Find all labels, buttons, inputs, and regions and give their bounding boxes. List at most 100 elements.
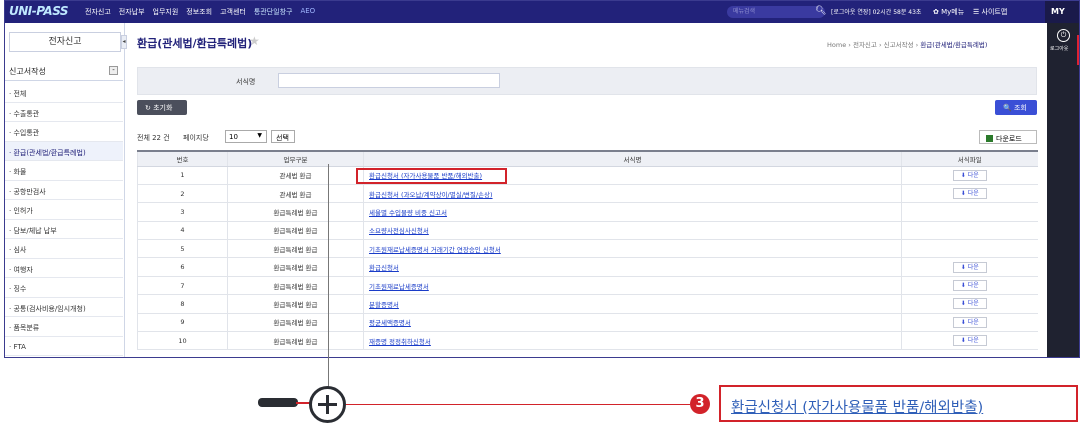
download-icon: ⬇ <box>960 282 966 290</box>
form-name-link[interactable]: 기초원재료납세증명서 거래기간 연장승인 신청서 <box>363 239 902 259</box>
sidebar-item-collateral[interactable]: · 담보/체납 납부 <box>5 220 123 239</box>
download-label: 다운 <box>967 190 979 198</box>
download-label: 다운 <box>967 300 979 308</box>
menu-single-window[interactable]: 통관단일창구 <box>254 7 293 17</box>
breadcrumb-separator: › <box>848 41 851 49</box>
row-number: 8 <box>137 294 228 314</box>
form-name-link[interactable]: 환급신청서 <box>363 257 902 277</box>
select-button[interactable]: 선택 <box>271 130 295 143</box>
sidebar-item-refund[interactable]: · 환급(관세법/환급특례법) <box>5 141 123 161</box>
download-button[interactable]: ⬇ 다운 <box>952 316 987 328</box>
app-window: UNI-PASS 전자신고 전자납부 업무지원 정보조회 고객센터 통관단일창구… <box>4 0 1080 358</box>
form-name-link[interactable]: 분할증명서 <box>363 294 902 314</box>
callout-connector-line <box>346 404 690 405</box>
breadcrumb-level1[interactable]: 전자신고 <box>853 41 877 49</box>
sidebar-item-collection[interactable]: · 징수 <box>5 278 123 298</box>
breadcrumb-home[interactable]: Home <box>827 41 846 49</box>
sidebar-item-export[interactable]: · 수출통관 <box>5 103 123 122</box>
row-number: 5 <box>137 239 228 259</box>
menu-info-lookup[interactable]: 정보조회 <box>186 7 212 17</box>
menu-aeo[interactable]: AEO <box>300 7 315 17</box>
form-name-link[interactable]: 소요량사전심사신청서 <box>363 221 902 241</box>
form-name-link[interactable]: 평균세액증명서 <box>363 313 902 333</box>
breadcrumb-level2[interactable]: 신고서작성 <box>884 41 914 49</box>
per-page-select[interactable]: 10 ▼ <box>225 130 267 143</box>
row-type: 환급특례법 환급 <box>227 294 364 314</box>
search-icon[interactable]: 🔍︎ <box>815 6 826 16</box>
chevron-down-icon: ▼ <box>257 132 262 139</box>
table-row: 8 환급특례법 환급 분할증명서 ⬇ 다운 <box>137 294 1038 314</box>
row-type: 환급특례법 환급 <box>227 239 364 259</box>
sidebar-item-fta[interactable]: · FTA <box>5 337 123 356</box>
sidebar-item-all[interactable]: · 전체 <box>5 83 123 103</box>
column-header-name: 서식명 <box>363 150 902 167</box>
excel-icon <box>986 135 993 142</box>
page-title: 환급(관세법/환급특례법) <box>137 37 253 50</box>
row-number: 1 <box>137 166 228 185</box>
table-row: 7 환급특례법 환급 기초원재료납세증명서 ⬇ 다운 <box>137 276 1038 296</box>
my-tab[interactable]: MY <box>1045 1 1079 23</box>
sidebar: 전자신고 ◂ 신고서작성 - · 전체 · 수출통관 · 수입통관 · 환급(관… <box>5 23 127 357</box>
menu-e-filing[interactable]: 전자신고 <box>85 7 111 17</box>
unipass-logo[interactable]: UNI-PASS <box>9 4 75 20</box>
row-file-cell: ⬇ 다운 <box>901 331 1038 351</box>
menu-search-input[interactable]: 메뉴검색 <box>727 6 825 18</box>
row-file-cell <box>901 239 1038 259</box>
table-body: 1 관세법 환급 환급신청서 (자가사용물품 반품/해외반출) ⬇ 다운 2 관세법 환급… <box>137 166 1038 351</box>
form-name-link[interactable]: 재증명 정정취하신청서 <box>363 331 902 351</box>
star-icon[interactable]: ★ <box>249 34 260 48</box>
menu-customer-center[interactable]: 고객센터 <box>220 7 246 17</box>
sidebar-item-common[interactable]: · 공통(검사비용/임시개청) <box>5 298 123 317</box>
right-rail: ⏻ 로그아웃 <box>1047 23 1079 357</box>
sidebar-item-import[interactable]: · 수입통관 <box>5 122 123 142</box>
table-row: 3 환급특례법 환급 세율별 수입물량 비중 신고서 <box>137 202 1038 222</box>
total-count: 전체 22 건 <box>137 134 170 142</box>
download-button[interactable]: ⬇ 다운 <box>952 298 987 310</box>
highlight-box <box>356 168 507 184</box>
magnifier-handle <box>258 398 298 407</box>
callout-pointer-line <box>328 164 329 388</box>
form-name-link[interactable]: 기초원재료납세증명서 <box>363 276 902 296</box>
download-button[interactable]: ⬇ 다운 <box>952 261 987 273</box>
sidebar-title: 전자신고 <box>9 32 121 52</box>
download-all-button[interactable]: 다운로드 <box>979 130 1037 144</box>
zoom-plus-icon <box>309 386 346 423</box>
sidebar-item-port-inspection[interactable]: · 공항만검사 <box>5 181 123 200</box>
download-button[interactable]: ⬇ 다운 <box>952 169 987 181</box>
menu-work-support[interactable]: 업무지원 <box>153 7 179 17</box>
rail-tab-marker <box>1077 35 1079 65</box>
sidebar-section-header[interactable]: 신고서작성 - <box>5 61 123 81</box>
download-button[interactable]: ⬇ 다운 <box>952 188 987 200</box>
row-number: 7 <box>137 276 228 296</box>
session-timer[interactable]: [로그아웃 연장] 02시간 58분 43초 <box>831 7 921 16</box>
minus-icon[interactable]: - <box>109 66 118 75</box>
my-menu-label: My메뉴 <box>941 8 965 16</box>
download-button[interactable]: ⬇ 다운 <box>952 335 987 347</box>
sidebar-item-cargo[interactable]: · 화물 <box>5 161 123 181</box>
download-button[interactable]: ⬇ 다운 <box>952 280 987 292</box>
query-button[interactable]: 🔍 조회 <box>995 100 1037 115</box>
sitemap-link[interactable]: ☰ 사이트맵 <box>973 7 1007 17</box>
download-icon: ⬇ <box>960 263 966 271</box>
download-icon: ⬇ <box>960 318 966 326</box>
hamburger-icon: ☰ <box>973 8 980 16</box>
form-name-input[interactable] <box>278 73 500 88</box>
my-menu-link[interactable]: ✿ My메뉴 <box>933 7 964 17</box>
logout-icon[interactable]: ⏻ <box>1057 29 1070 42</box>
callout-box: 환급신청서 (자가사용물품 반품/해외반출) <box>719 385 1078 422</box>
menu-e-payment[interactable]: 전자납부 <box>119 7 145 17</box>
form-name-label: 서식명 <box>236 78 256 86</box>
sidebar-item-traveler[interactable]: · 여행자 <box>5 259 123 278</box>
reset-button[interactable]: ↻ 초기화 <box>137 100 187 115</box>
logout-label[interactable]: 로그아웃 <box>1050 45 1068 52</box>
form-name-link[interactable]: 세율별 수입물량 비중 신고서 <box>363 202 902 222</box>
sidebar-item-audit[interactable]: · 심사 <box>5 239 123 259</box>
sidebar-item-classification[interactable]: · 품목분류 <box>5 317 123 337</box>
breadcrumb-separator: › <box>915 41 919 49</box>
download-label: 다운 <box>967 318 979 326</box>
form-name-link[interactable]: 환급신청서 (과오납/계약상이/멸실/변질/손상) <box>363 184 902 204</box>
sidebar-item-permits[interactable]: · 인허가 <box>5 200 123 220</box>
row-type: 관세법 환급 <box>227 184 364 204</box>
download-all-label: 다운로드 <box>996 135 1022 143</box>
table-header-row: 번호 업무구분 서식명 서식파일 <box>137 150 1038 167</box>
